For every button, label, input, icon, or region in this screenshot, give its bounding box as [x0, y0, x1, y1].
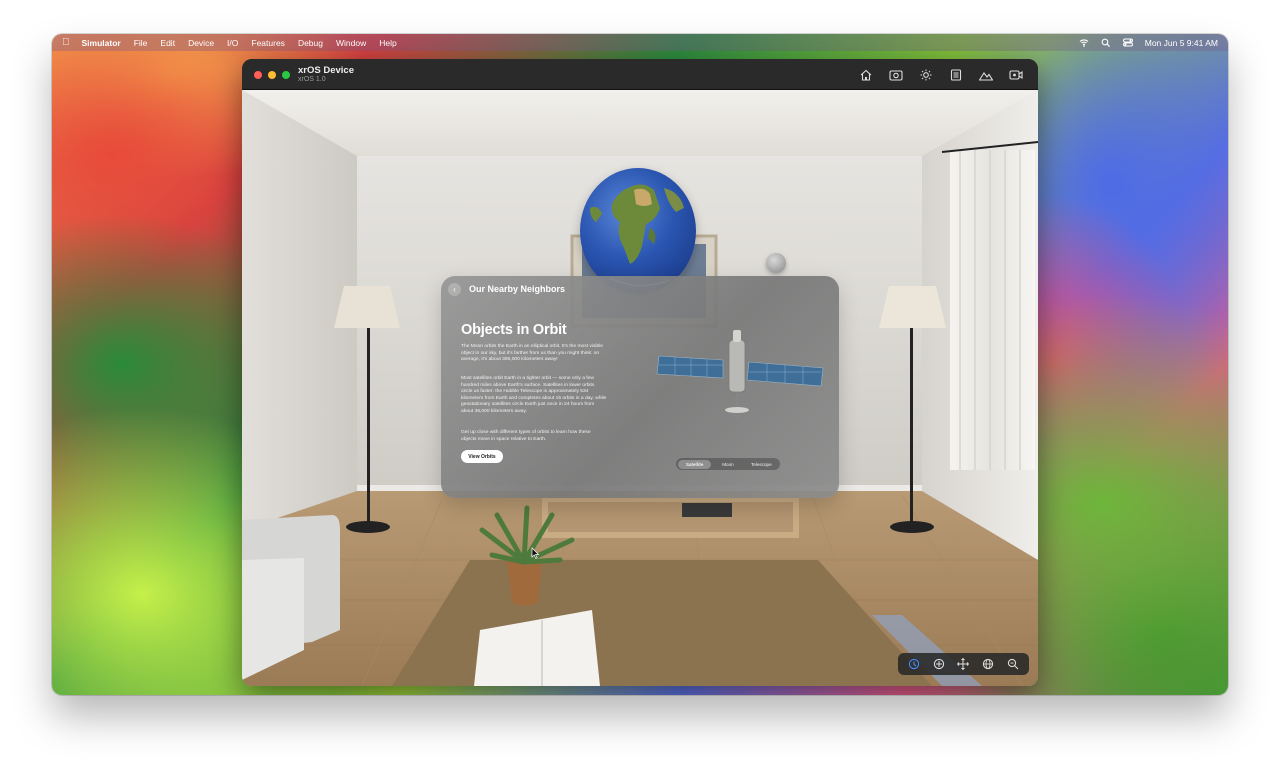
record-icon[interactable]	[1008, 68, 1024, 81]
body-paragraph: The Moon orbits the Earth in an elliptic…	[461, 344, 604, 363]
moon-model[interactable]	[766, 253, 786, 273]
menu-io[interactable]: I/O	[227, 38, 238, 48]
control-center-icon[interactable]	[1122, 38, 1133, 47]
look-icon[interactable]	[907, 657, 921, 671]
title-bar[interactable]: xrOS Device xrOS 1.0	[242, 59, 1038, 90]
wifi-icon[interactable]	[1079, 38, 1089, 47]
page-heading: Objects in Orbit	[461, 322, 567, 338]
body-paragraph: Most satellites orbit Earth in a tighter…	[461, 376, 607, 414]
satellite-model[interactable]	[653, 328, 828, 428]
keyboard-icon[interactable]	[948, 68, 964, 81]
back-button[interactable]: ‹	[448, 283, 461, 296]
menu-features[interactable]: Features	[251, 38, 285, 48]
close-button[interactable]	[254, 71, 262, 79]
minimize-button[interactable]	[268, 71, 276, 79]
menu-window[interactable]: Window	[336, 38, 366, 48]
view-orbits-button[interactable]: View Orbits	[461, 450, 503, 463]
menu-file[interactable]: File	[134, 38, 148, 48]
apple-menu-icon[interactable]: 	[62, 37, 70, 48]
segment-telescope[interactable]: Telescope	[745, 460, 778, 469]
menu-help[interactable]: Help	[379, 38, 396, 48]
pan-icon[interactable]	[956, 657, 970, 671]
menu-device[interactable]: Device	[188, 38, 214, 48]
menu-bar:  Simulator File Edit Device I/O Feature…	[52, 34, 1228, 51]
nav-title: Our Nearby Neighbors	[469, 284, 566, 294]
menu-app-name[interactable]: Simulator	[82, 38, 121, 48]
search-icon[interactable]	[1101, 38, 1111, 48]
segment-satellite[interactable]: Satellite	[678, 459, 712, 469]
desktop:  Simulator File Edit Device I/O Feature…	[52, 34, 1228, 695]
simulator-window: xrOS Device xrOS 1.0 ‹ Our Nearby Neighb…	[242, 59, 1038, 686]
menu-debug[interactable]: Debug	[298, 38, 323, 48]
menu-edit[interactable]: Edit	[160, 38, 175, 48]
home-icon[interactable]	[858, 68, 874, 81]
interaction-controls	[898, 653, 1029, 675]
environment-icon[interactable]	[978, 68, 994, 81]
segment-moon[interactable]: Moon	[711, 460, 744, 469]
segmented-control: Satellite Moon Telescope	[676, 458, 780, 470]
info-window: ‹ Our Nearby Neighbors Objects in Orbit …	[441, 276, 839, 498]
zoom-button[interactable]	[282, 71, 290, 79]
interact-icon[interactable]	[932, 657, 946, 671]
screenshot-icon[interactable]	[888, 68, 904, 81]
menu-clock[interactable]: Mon Jun 5 9:41 AM	[1145, 38, 1218, 48]
zoom-icon[interactable]	[1006, 657, 1020, 671]
brightness-icon[interactable]	[918, 68, 934, 81]
orbit-icon[interactable]	[981, 657, 995, 671]
immersive-room-scene[interactable]: ‹ Our Nearby Neighbors Objects in Orbit …	[242, 90, 1038, 686]
body-paragraph: Get up close with different types of orb…	[461, 430, 591, 442]
chevron-left-icon: ‹	[453, 285, 456, 294]
mouse-cursor-icon	[531, 547, 539, 559]
window-subtitle: xrOS 1.0	[298, 76, 326, 83]
window-title: xrOS Device	[298, 65, 354, 76]
